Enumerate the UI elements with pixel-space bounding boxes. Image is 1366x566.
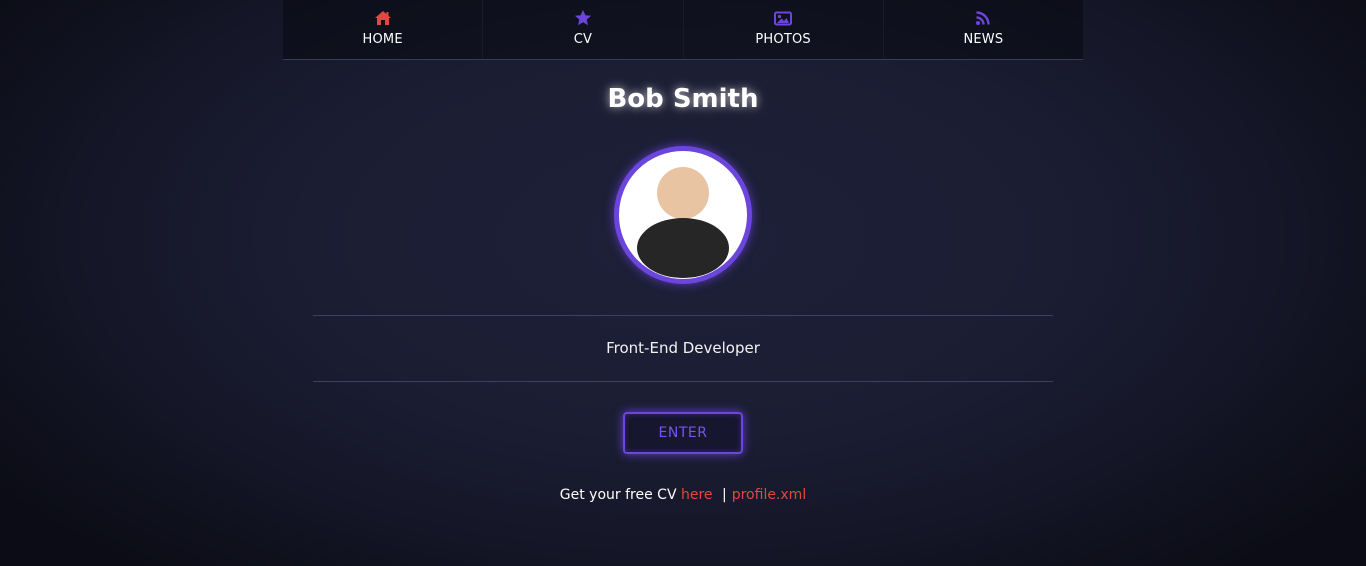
divider-top <box>313 315 1053 316</box>
image-icon <box>774 9 793 27</box>
cv-prefix-text: Get your free CV <box>559 487 677 503</box>
profile-name: Bob Smith <box>607 84 759 114</box>
nav-item-home[interactable]: HOME <box>283 0 484 59</box>
home-icon <box>374 9 392 27</box>
rss-icon <box>974 9 992 27</box>
nav-label-home: HOME <box>362 32 403 47</box>
divider-bottom <box>313 381 1053 382</box>
profile-role: Front-End Developer <box>606 339 760 357</box>
enter-button[interactable]: ENTER <box>623 412 743 454</box>
top-navigation: HOME CV PHOTOS NEWS <box>283 0 1083 60</box>
nav-item-photos[interactable]: PHOTOS <box>684 0 884 59</box>
nav-label-news: NEWS <box>963 32 1004 47</box>
cv-separator: | <box>722 487 727 503</box>
cv-here-link[interactable]: here <box>681 487 713 503</box>
profile-xml-link[interactable]: profile.xml <box>732 487 806 503</box>
nav-item-cv[interactable]: CV <box>483 0 684 59</box>
nav-label-photos: PHOTOS <box>755 32 811 47</box>
avatar <box>614 146 752 284</box>
star-icon <box>574 9 592 27</box>
user-avatar-icon <box>637 167 729 278</box>
cv-download-line: Get your free CV here | profile.xml <box>0 487 1366 503</box>
nav-item-news[interactable]: NEWS <box>884 0 1083 59</box>
nav-label-cv: CV <box>573 32 593 47</box>
